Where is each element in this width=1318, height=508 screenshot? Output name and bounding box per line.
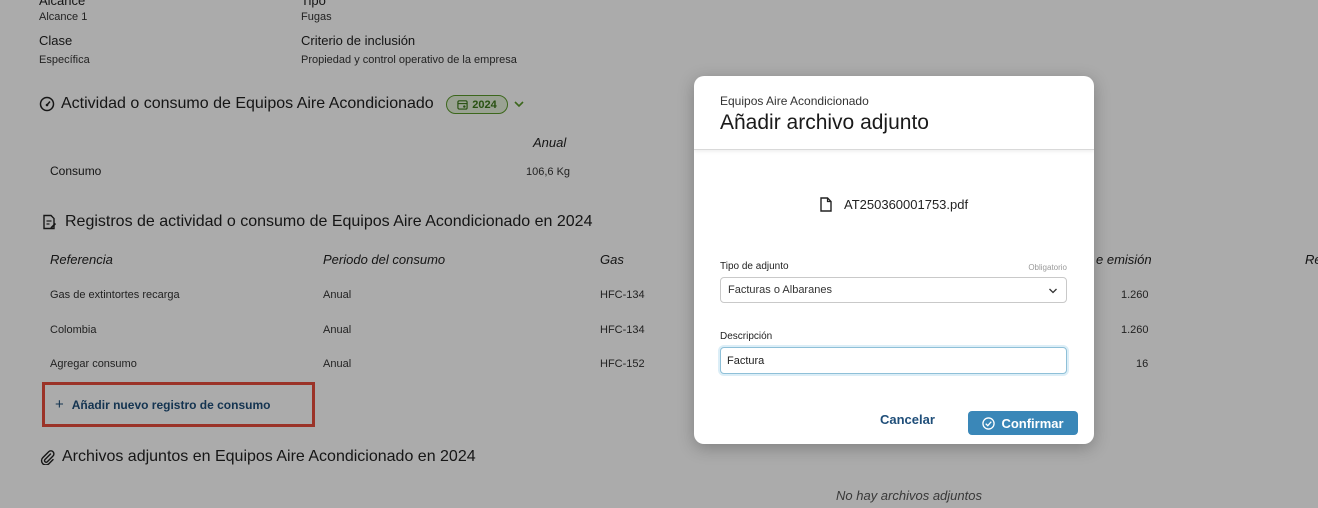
- descripcion-input[interactable]: Factura: [720, 347, 1067, 374]
- file-name: AT250360001753.pdf: [844, 197, 969, 212]
- selected-file: AT250360001753.pdf: [820, 197, 968, 212]
- dialog-title: Añadir archivo adjunto: [720, 111, 929, 134]
- file-icon: [820, 197, 832, 212]
- tipo-adjunto-value: Facturas o Albaranes: [728, 284, 832, 296]
- attach-file-dialog: Equipos Aire Acondicionado Añadir archiv…: [694, 76, 1094, 444]
- cancel-button[interactable]: Cancelar: [880, 412, 935, 427]
- descripcion-label: Descripción: [720, 331, 773, 342]
- confirm-label: Confirmar: [1001, 415, 1064, 431]
- dialog-header: Equipos Aire Acondicionado Añadir archiv…: [694, 76, 1094, 150]
- required-hint: Obligatorio: [1028, 263, 1067, 272]
- descripcion-value: Factura: [727, 354, 765, 367]
- dialog-subtitle: Equipos Aire Acondicionado: [720, 94, 869, 108]
- modal-backdrop[interactable]: [0, 0, 1318, 508]
- check-circle-icon: [982, 416, 996, 430]
- tipo-adjunto-label: Tipo de adjunto: [720, 261, 789, 272]
- tipo-adjunto-select[interactable]: Facturas o Albaranes: [720, 277, 1067, 303]
- confirm-button[interactable]: Confirmar: [968, 411, 1078, 435]
- chevron-down-icon: [1049, 288, 1057, 294]
